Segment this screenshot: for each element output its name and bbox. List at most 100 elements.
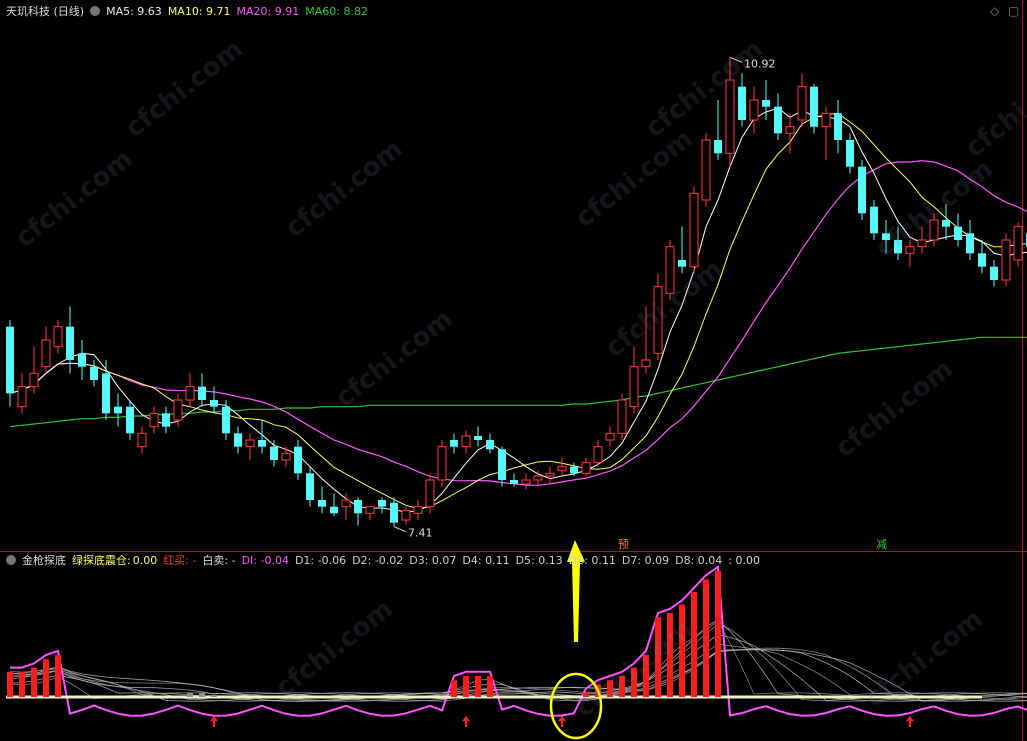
d6-label: D6: 0.11 [568, 554, 616, 567]
diamond-icon[interactable]: ◇ [990, 4, 999, 18]
d4-label: D4: 0.11 [462, 554, 510, 567]
buy-bar [667, 613, 673, 697]
candle-body [570, 466, 578, 474]
candle-body [714, 140, 722, 154]
candle-body [738, 86, 746, 120]
candle-body [725, 79, 735, 154]
candle-body [294, 446, 302, 474]
candle-body [629, 366, 639, 408]
candle-body [605, 432, 615, 441]
d2-label: D2: -0.02 [352, 554, 404, 567]
candle-body [797, 86, 807, 121]
candle-body [162, 413, 170, 427]
gear-icon[interactable] [6, 555, 16, 565]
candle-body [114, 406, 122, 414]
candle-body [905, 246, 915, 254]
candle-body [330, 506, 338, 514]
buy-bar [7, 671, 13, 697]
candle-body [258, 440, 266, 447]
candle-body [701, 139, 711, 201]
candle-body [149, 412, 159, 428]
candle-body [198, 386, 206, 400]
gear-icon[interactable] [90, 6, 101, 16]
shake-bar [187, 692, 193, 697]
candle-body [954, 226, 962, 240]
candle-body [545, 472, 555, 477]
buy-bar [643, 655, 649, 697]
candle [1001, 233, 1011, 287]
candle-body [450, 440, 458, 447]
candle-body [498, 449, 506, 480]
candle-body [281, 452, 291, 461]
candle-body [810, 86, 818, 127]
pre-marker: 预 [618, 538, 629, 551]
green-value: 0.00 [132, 554, 158, 567]
buy-bar [451, 680, 457, 697]
candle [689, 186, 699, 274]
candle-body [270, 446, 278, 460]
low-label: 7.41 [408, 527, 433, 540]
candle [665, 240, 675, 300]
ma60-label: MA60: 8.82 [305, 5, 368, 18]
buy-bar [583, 692, 589, 697]
candle-body [641, 359, 651, 368]
candle-body [78, 353, 86, 367]
candle-body [173, 399, 183, 421]
di-label: DI: -0.04 [241, 554, 289, 567]
candle-body [6, 326, 14, 394]
candle-body [1001, 239, 1011, 281]
ma10-label: MA10: 9.71 [167, 5, 231, 18]
high-label: 10.92 [744, 57, 776, 70]
candle-body [821, 112, 831, 128]
candle [653, 273, 663, 360]
indicator-name: 金枪探底 [22, 554, 66, 567]
candle-body [774, 106, 782, 134]
candle-body [521, 479, 531, 485]
candle-body [341, 499, 351, 508]
candle-body [870, 206, 878, 234]
candle-body [222, 406, 230, 434]
d5-label: D5: 0.13 [515, 554, 563, 567]
main-chart-header: 天玑科技 (日线) MA5: 9.63 MA10: 9.71 MA20: 9.91 MA… [6, 3, 374, 21]
candle-body [437, 446, 447, 481]
white-sell-label: 白卖: - [202, 554, 236, 567]
candle-body [306, 473, 314, 500]
candle-body [234, 433, 242, 447]
buy-bar [55, 655, 61, 697]
candle-body [858, 166, 866, 214]
green-label: 绿探底震仓: [72, 554, 131, 567]
candle-body [917, 239, 927, 248]
stock-chart: 10.92 7.41 [0, 0, 1027, 741]
candle-body [137, 432, 147, 448]
candle-body [785, 126, 795, 134]
buy-bar [43, 659, 49, 697]
candle-body [102, 373, 110, 414]
candle-body [617, 399, 627, 434]
ma20-label: MA20: 9.91 [236, 5, 300, 18]
candle-body [17, 386, 27, 408]
window-icon[interactable]: ▢ [1008, 4, 1019, 18]
buy-bar [463, 676, 469, 697]
buy-bar [631, 667, 637, 697]
candle-body [41, 339, 51, 368]
candle [437, 440, 447, 487]
candle-body [185, 386, 195, 401]
candle-body [365, 506, 375, 514]
candle-body [510, 480, 518, 484]
candle-body [990, 266, 998, 280]
candle-body [401, 510, 411, 521]
buy-bar [31, 667, 37, 697]
buy-bar [703, 579, 709, 697]
candle-body [581, 462, 591, 474]
buy-bar [691, 592, 697, 697]
red-buy-label: 红买: - [163, 554, 197, 567]
d1-label: D1: -0.06 [294, 554, 347, 567]
candle-body [593, 446, 603, 464]
candle-body [90, 366, 98, 380]
buy-bar [487, 676, 493, 697]
candle-body [846, 140, 854, 167]
candle-body [689, 192, 699, 268]
candle-body [929, 219, 939, 241]
ma5-label: MA5: 9.63 [106, 5, 162, 18]
candle-body [53, 326, 63, 348]
